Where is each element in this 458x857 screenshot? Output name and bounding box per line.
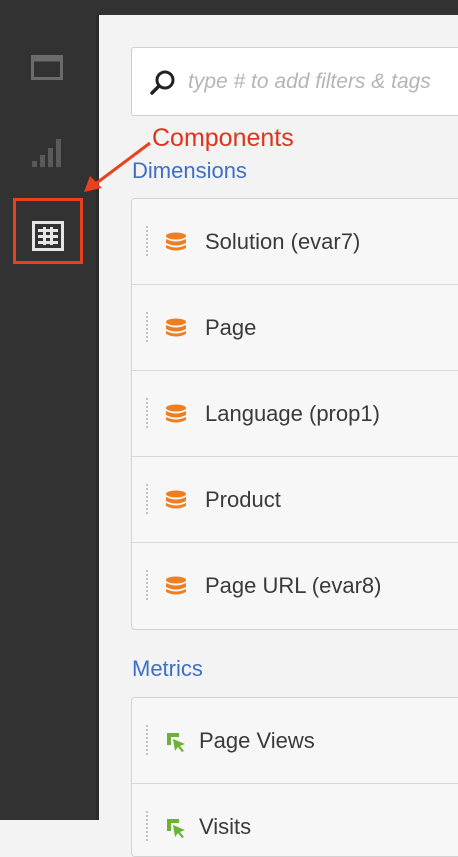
search-box[interactable]	[131, 47, 458, 116]
metrics-list: Page Views Visits	[131, 697, 458, 857]
dimension-label: Product	[205, 487, 281, 512]
metric-icon	[165, 731, 187, 758]
highlight-box	[13, 198, 83, 264]
drag-handle[interactable]	[146, 570, 148, 602]
rail-divider	[96, 15, 99, 820]
metric-label: Page Views	[199, 728, 315, 753]
list-item[interactable]: Solution (evar7)	[132, 199, 458, 285]
drag-handle[interactable]	[146, 725, 148, 757]
dimension-label: Page	[205, 315, 257, 340]
dimension-icon	[165, 576, 187, 601]
metrics-heading[interactable]: Metrics	[132, 656, 203, 682]
dimensions-list: Solution (evar7) Page Language (prop1) P…	[131, 198, 458, 630]
dimension-label: Page URL (evar8)	[205, 573, 382, 598]
dimension-icon	[165, 318, 187, 343]
dimension-icon	[165, 490, 187, 515]
drag-handle[interactable]	[146, 226, 148, 258]
drag-handle[interactable]	[146, 484, 148, 516]
dimension-icon	[165, 232, 187, 257]
metric-icon	[165, 817, 187, 844]
search-input[interactable]	[188, 48, 458, 115]
left-rail	[0, 15, 96, 820]
drag-handle[interactable]	[146, 312, 148, 344]
top-bar	[0, 0, 458, 15]
dimension-label: Language (prop1)	[205, 401, 380, 426]
panel-icon[interactable]	[31, 55, 63, 86]
dimensions-heading[interactable]: Dimensions	[132, 158, 247, 184]
bar-chart-icon[interactable]	[31, 135, 63, 174]
list-item[interactable]: Page Views	[132, 698, 458, 784]
drag-handle[interactable]	[146, 398, 148, 430]
dimension-label: Solution (evar7)	[205, 229, 361, 254]
annotation-label: Components	[152, 124, 294, 152]
search-icon	[150, 70, 176, 101]
list-item[interactable]: Language (prop1)	[132, 371, 458, 457]
list-item[interactable]: Product	[132, 457, 458, 543]
list-item[interactable]: Page URL (evar8)	[132, 543, 458, 629]
drag-handle[interactable]	[146, 811, 148, 843]
list-item[interactable]: Page	[132, 285, 458, 371]
metric-label: Visits	[199, 814, 252, 839]
dimension-icon	[165, 404, 187, 429]
list-item[interactable]: Visits	[132, 784, 458, 856]
